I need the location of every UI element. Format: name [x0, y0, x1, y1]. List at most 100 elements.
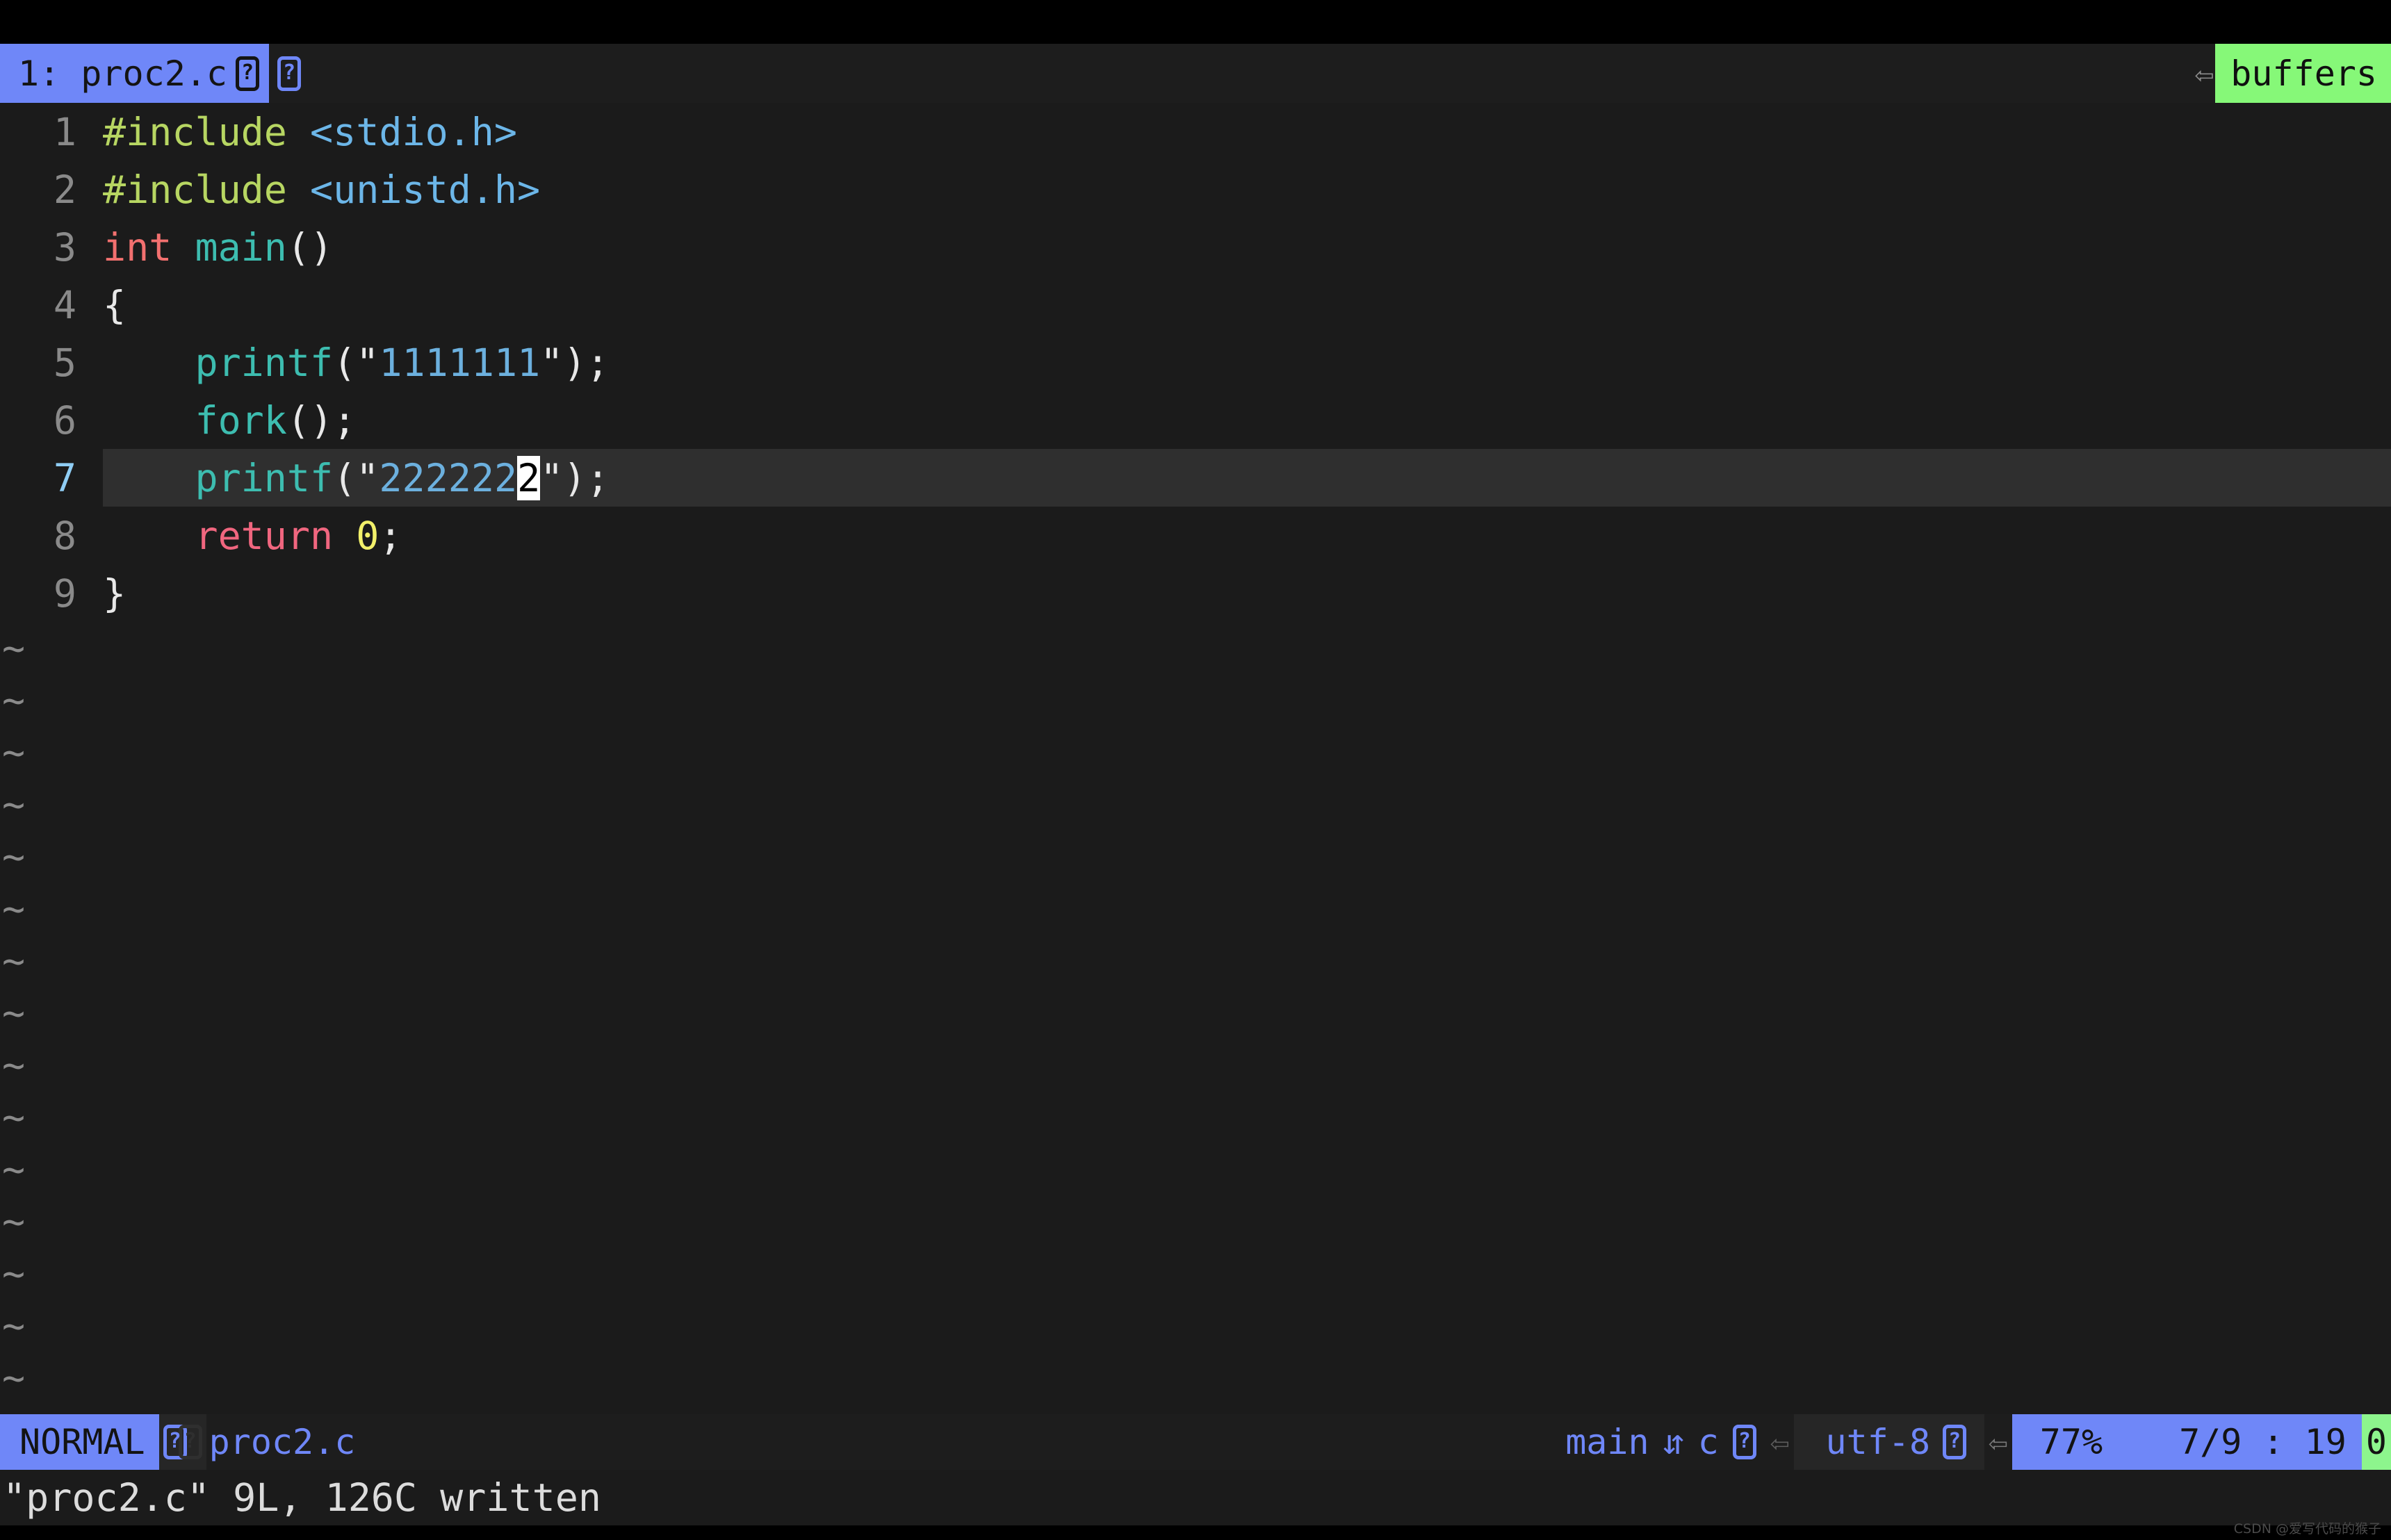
code-token: printf	[195, 455, 334, 500]
line-number: 6	[53, 398, 76, 443]
filler-tilde: ~	[2, 1355, 26, 1400]
code-token: }	[103, 571, 127, 616]
code-line[interactable]: 7 printf("2222222");	[0, 449, 2391, 507]
filler-tilde: ~	[2, 678, 26, 723]
line-text: int main()	[76, 225, 2391, 270]
code-token: <stdio.h>	[310, 109, 518, 154]
code-token: );	[563, 340, 610, 385]
line-number: 9	[53, 571, 76, 616]
encoding-label: utf-8	[1825, 1422, 1931, 1462]
line-number: 4	[53, 282, 76, 327]
code-token: "	[356, 340, 380, 385]
filler-tilde: ~	[2, 990, 26, 1035]
filler-tilde: ~	[2, 782, 26, 827]
code-token: #include	[103, 167, 311, 212]
code-token: ;	[379, 513, 402, 558]
line-text: }	[76, 571, 2391, 616]
mode-indicator: NORMAL	[0, 1414, 159, 1470]
statusline: NORMAL ? ? proc2.c main ⇵ c ? ⇦ utf-8 ? …	[0, 1414, 2391, 1470]
filler-tilde: ~	[2, 730, 26, 775]
line-text: #include <stdio.h>	[76, 110, 2391, 154]
message-line: "proc2.c" 9L, 126C written	[0, 1470, 2391, 1525]
code-token: {	[103, 282, 127, 327]
cursor-column-badge: 0	[2361, 1414, 2391, 1470]
line-text: printf("2222222");	[76, 455, 2391, 500]
code-token: (	[333, 455, 357, 500]
filler-tilde-lines: ~ ~ ~ ~ ~ ~ ~ ~ ~ ~ ~ ~ ~ ~ ~ ~	[0, 622, 2391, 1415]
tab-modified-flag: ?	[269, 44, 308, 103]
statusline-separator-icon-2: ⇦	[1989, 1423, 2008, 1461]
code-token: ()	[286, 224, 334, 270]
code-line[interactable]: 9}	[0, 564, 2391, 622]
scroll-percent: 77%	[2011, 1414, 2103, 1470]
text-cursor: 2	[517, 455, 541, 500]
cursor-position: 7/9 : 19	[2103, 1414, 2362, 1470]
code-token: 222222	[379, 455, 518, 500]
line-number: 8	[53, 513, 76, 558]
line-number: 3	[53, 224, 76, 270]
filler-tilde: ~	[2, 625, 26, 671]
code-line[interactable]: 6 fork();	[0, 391, 2391, 449]
code-token: "	[356, 455, 380, 500]
line-text: #include <unistd.h>	[76, 167, 2391, 212]
statusline-filename: proc2.c	[209, 1422, 356, 1462]
code-token: printf	[195, 340, 334, 385]
code-line[interactable]: 8 return 0;	[0, 507, 2391, 564]
code-token: main	[195, 224, 287, 270]
code-line[interactable]: 3 int main()	[0, 218, 2391, 276]
filler-tilde: ~	[2, 1251, 26, 1296]
filler-tilde: ~	[2, 1042, 26, 1088]
tabline: 1: proc2.c ? ? ⇦ buffers	[0, 44, 2391, 103]
line-text: fork();	[76, 398, 2391, 443]
code-token: return	[195, 513, 357, 558]
code-token: "	[540, 455, 564, 500]
code-token: int	[103, 224, 195, 270]
tab-proc2-c[interactable]: 1: proc2.c ?	[0, 44, 270, 103]
missing-glyph-icon: ?	[1732, 1425, 1756, 1459]
filler-tilde: ~	[2, 1095, 26, 1140]
code-line[interactable]: 5 printf("1111111");	[0, 334, 2391, 391]
code-token: fork	[195, 398, 287, 443]
git-branch-label: main	[1565, 1422, 1649, 1462]
code-line[interactable]: 4{	[0, 276, 2391, 334]
buffers-label[interactable]: buffers	[2215, 44, 2391, 103]
missing-glyph-icon: ?	[1943, 1425, 1967, 1459]
file-flags-segment: ? ?	[158, 1414, 206, 1470]
code-token: #include	[103, 109, 311, 154]
filler-tilde: ~	[2, 834, 26, 879]
editor-area[interactable]: 1 #include <stdio.h> 2 #include <unistd.h> 3…	[0, 103, 2391, 1414]
encoding-segment: utf-8 ?	[1793, 1414, 1985, 1470]
line-number: 5	[53, 340, 76, 385]
statusline-spacer	[355, 1414, 1565, 1470]
filler-tilde: ~	[2, 886, 26, 931]
vim-editor-window: 1: proc2.c ? ? ⇦ buffers 1 #include <stdi…	[0, 0, 2391, 1540]
code-line[interactable]: 1 #include <stdio.h>	[0, 103, 2391, 161]
code-token: ();	[286, 398, 357, 443]
line-number: 7	[53, 455, 76, 500]
filler-tilde: ~	[2, 938, 26, 983]
tabline-spacer	[308, 44, 2195, 103]
statusline-git-and-filetype: main ⇵ c ?	[1565, 1414, 1766, 1470]
line-text: printf("1111111");	[76, 341, 2391, 385]
line-text: return 0;	[76, 514, 2391, 558]
git-sync-icon: ⇵	[1663, 1422, 1684, 1462]
code-line[interactable]: 2 #include <unistd.h>	[0, 161, 2391, 218]
code-token: 0	[356, 513, 380, 558]
code-token: 1111111	[379, 340, 541, 385]
code-token: "	[540, 340, 564, 385]
statusline-separator-icon: ⇦	[1770, 1423, 1790, 1461]
missing-glyph-icon: ?	[277, 56, 302, 91]
watermark: CSDN @爱写代码的猴子	[2233, 1521, 2381, 1537]
code-token: <unistd.h>	[310, 167, 541, 212]
code-token: (	[333, 340, 357, 385]
top-black-strip	[0, 0, 2391, 44]
line-text: {	[76, 283, 2391, 327]
tabline-separator-icon: ⇦	[2194, 54, 2214, 92]
filler-tilde: ~	[0, 1404, 2391, 1415]
filler-tilde: ~	[2, 1303, 26, 1348]
filler-tilde: ~	[2, 1147, 26, 1192]
line-number: 1	[53, 109, 76, 154]
